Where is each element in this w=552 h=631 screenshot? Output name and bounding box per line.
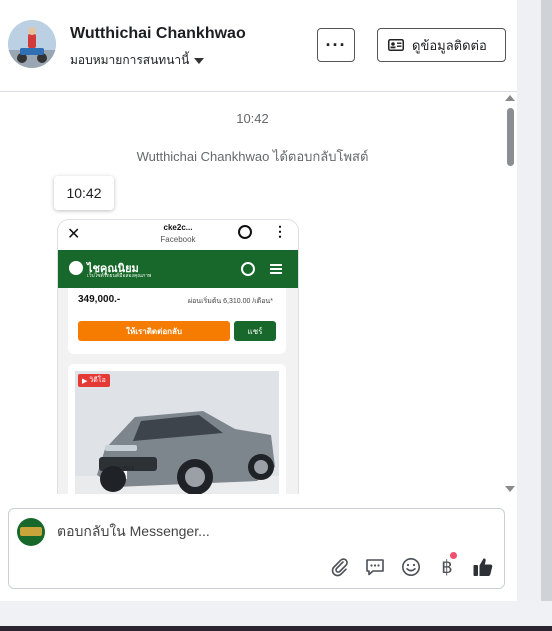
attach-button[interactable] <box>329 556 351 578</box>
share-button: แชร์ <box>234 321 276 341</box>
attach-icon <box>331 558 348 577</box>
hamburger-menu-icon <box>270 264 282 266</box>
page-logo-icon <box>20 527 42 536</box>
messenger-panel: Wutthichai Chankhwao มอบหมายการสนทนานี้ … <box>0 0 517 601</box>
vcard-icon <box>388 39 404 51</box>
browser-site: Facebook <box>160 235 196 244</box>
page-avatar <box>17 518 45 546</box>
more-options-button[interactable]: ··· <box>317 28 355 62</box>
reply-event-text: Wutthichai Chankhwao ได้ตอบกลับโพสต์ <box>136 149 369 164</box>
message-thread[interactable]: 10:42 Wutthichai Chankhwao ได้ตอบกลับโพส… <box>0 92 517 494</box>
scroll-up-arrow-icon[interactable] <box>505 95 515 101</box>
car-price: 349,000.- <box>78 294 121 305</box>
site-header: ไชคุณนิยม เว็บไซต์รถยนต์มือสองคุณภาพ <box>58 250 298 288</box>
site-logo-icon <box>69 261 83 275</box>
shared-screenshot-image[interactable]: ✕ cke2c... Facebook ⋮ ไชคุณนิยม เว็บไซต์… <box>57 219 299 494</box>
video-badge: ▶ วิดีโอ <box>78 374 110 387</box>
baht-icon: ฿ <box>441 556 453 578</box>
pickup-truck-image <box>75 371 279 494</box>
site-content: 349,000.- ผ่อนเริ่มต้น 6,310.00 /เดือน* … <box>58 288 298 494</box>
taskbar-edge <box>0 626 552 631</box>
assign-conversation-dropdown[interactable]: มอบหมายการสนทนานี้ <box>70 51 205 70</box>
notification-dot <box>450 552 457 559</box>
conversation-header: Wutthichai Chankhwao มอบหมายการสนทนานี้ … <box>0 0 517 92</box>
avatar-photo <box>8 20 56 68</box>
assign-label: มอบหมายการสนทนานี้ <box>70 53 190 67</box>
kebab-menu-icon: ⋮ <box>273 223 287 239</box>
close-icon: ✕ <box>67 226 81 243</box>
emoji-button[interactable] <box>400 556 422 578</box>
right-edge <box>541 0 552 631</box>
history-icon <box>238 225 252 239</box>
reply-composer: ฿ <box>8 508 505 589</box>
car-photo-card: ▶ วิดีโอ ผฉ 4519 <box>68 364 286 494</box>
license-plate: ผฉ 4519 <box>115 466 134 472</box>
scroll-down-arrow-icon[interactable] <box>505 486 515 492</box>
like-button[interactable] <box>472 556 494 578</box>
time-tooltip: 10:42 <box>54 176 114 210</box>
search-icon <box>241 262 255 276</box>
browser-bar: ✕ cke2c... Facebook ⋮ <box>58 220 298 250</box>
avatar[interactable] <box>8 20 56 68</box>
scrollbar-thumb[interactable] <box>507 108 514 166</box>
view-contact-button[interactable]: ดูข้อมูลติดต่อ <box>377 28 506 62</box>
car-photo: ▶ วิดีโอ ผฉ 4519 <box>75 371 279 494</box>
view-contact-label: ดูข้อมูลติดต่อ <box>412 37 487 53</box>
price-card: 349,000.- ผ่อนเริ่มต้น 6,310.00 /เดือน* … <box>68 288 286 354</box>
video-badge-label: วิดีโอ <box>89 377 106 384</box>
callback-button: ให้เราติดต่อกลับ <box>78 321 230 341</box>
chevron-down-icon <box>194 57 205 64</box>
saved-replies-button[interactable] <box>364 556 386 578</box>
contact-name[interactable]: Wutthichai Chankhwao <box>70 25 246 43</box>
installment-text: ผ่อนเริ่มต้น 6,310.00 /เดือน* <box>188 298 273 305</box>
emoji-icon <box>402 558 420 576</box>
thumbs-up-icon <box>473 558 493 576</box>
site-logo-subtitle: เว็บไซต์รถยนต์มือสองคุณภาพ <box>87 273 152 279</box>
browser-url: cke2c... <box>163 223 193 232</box>
payment-button[interactable]: ฿ <box>436 552 458 578</box>
reply-input[interactable] <box>57 523 457 539</box>
saved-reply-icon <box>366 559 384 576</box>
message-timestamp: 10:42 <box>236 111 269 126</box>
